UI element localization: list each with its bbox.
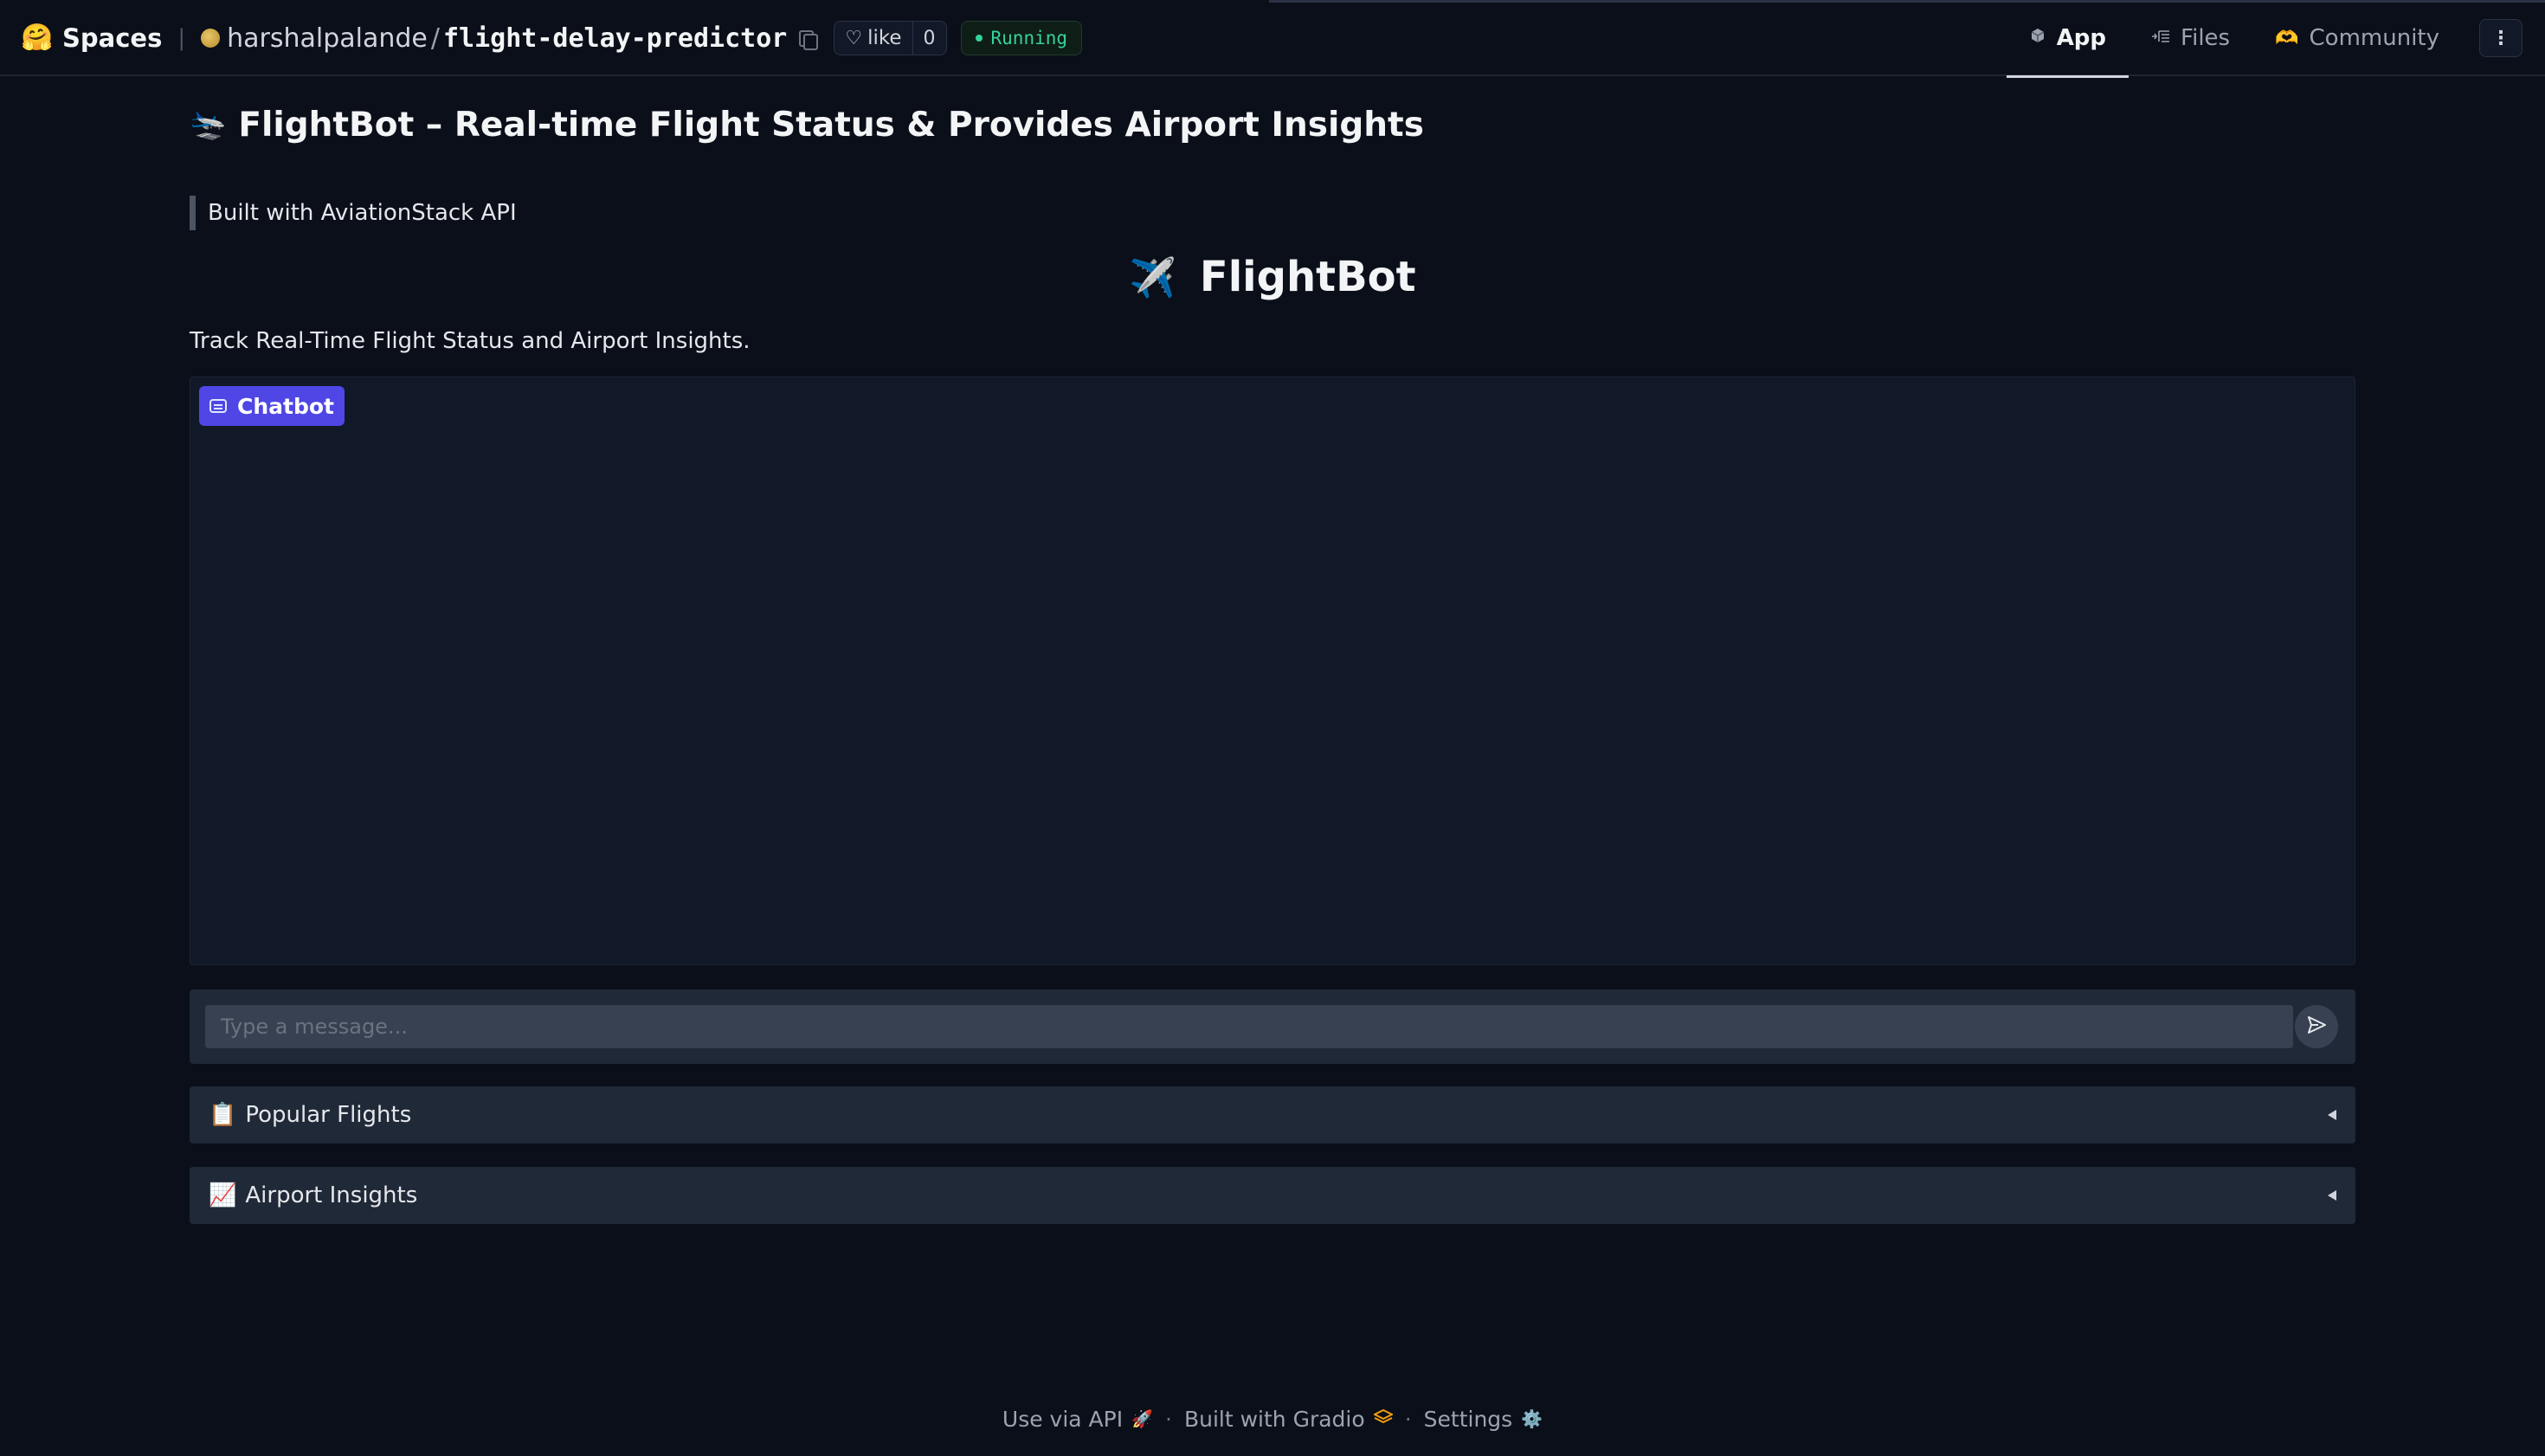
message-input[interactable] (205, 1005, 2293, 1048)
caret-left-icon (2328, 1190, 2336, 1201)
owner-avatar[interactable] (201, 29, 221, 48)
flightbot-heading-text: FlightBot (1199, 253, 1416, 301)
accordion-popular-flights[interactable]: 📋 Popular Flights (190, 1086, 2355, 1144)
repo-name-link[interactable]: flight-delay-predictor (443, 23, 787, 54)
chatbot-label-text: Chatbot (237, 393, 334, 419)
like-button[interactable]: ♡ like 0 (834, 21, 947, 55)
footer-separator: · (1165, 1406, 1172, 1432)
chart-increasing-icon: 📈 (209, 1182, 237, 1208)
built-with-note: Built with AviationStack API (190, 196, 2355, 230)
chat-icon (209, 399, 227, 413)
chatbot-panel[interactable]: Chatbot (190, 377, 2355, 965)
owner-link[interactable]: harshalpalande (227, 23, 428, 54)
status-text: Running (990, 28, 1068, 48)
message-input-row (190, 989, 2355, 1064)
chatbot-label-badge: Chatbot (199, 386, 345, 426)
header-left: 🤗 Spaces | harshalpalande / flight-delay… (21, 0, 1083, 76)
page-title-text: FlightBot – Real-time Flight Status & Pr… (238, 105, 1424, 145)
heart-icon: ♡ (845, 27, 863, 49)
footer: Use via API 🚀 · Built with Gradio · Sett… (0, 1397, 2545, 1440)
tab-community-label: Community (2309, 25, 2439, 51)
tab-files[interactable]: Files (2129, 0, 2252, 76)
more-options-button[interactable]: ⋮ (2479, 19, 2522, 57)
like-label: like (867, 27, 902, 49)
flightbot-heading: ✈️ FlightBot (190, 249, 2355, 305)
page-title: 🛬 FlightBot – Real-time Flight Status & … (190, 99, 2355, 151)
rocket-icon: 🚀 (1131, 1408, 1154, 1429)
kebab-menu-icon: ⋮ (2491, 27, 2510, 49)
cube-icon (2029, 27, 2046, 49)
header-nav: App Files 🫶 Community ⋮ (2006, 0, 2545, 78)
footer-separator: · (1404, 1406, 1412, 1432)
accordion-airport-insights[interactable]: 📈 Airport Insights (190, 1167, 2355, 1224)
copy-icon[interactable] (797, 29, 819, 50)
path-separator: / (430, 23, 440, 54)
airplane-arrival-icon: 🛬 (190, 107, 227, 142)
community-icon: 🫶 (2275, 27, 2299, 49)
tab-community[interactable]: 🫶 Community (2252, 0, 2462, 76)
header-divider: | (177, 25, 186, 51)
gear-icon: ⚙️ (1521, 1408, 1543, 1429)
status-badge: Running (960, 21, 1083, 55)
built-with-gradio-link[interactable]: Built with Gradio (1184, 1407, 1365, 1432)
tab-app-label: App (2056, 25, 2107, 51)
spaces-link[interactable]: Spaces (62, 23, 162, 53)
clipboard-icon: 📋 (209, 1102, 237, 1128)
airplane-icon: ✈️ (1129, 256, 1177, 300)
accordion-label: Airport Insights (245, 1182, 418, 1208)
settings-link[interactable]: Settings (1424, 1407, 1513, 1432)
send-button[interactable] (2295, 1005, 2338, 1048)
tagline: Track Real-Time Flight Status and Airpor… (190, 328, 751, 354)
caret-left-icon (2328, 1110, 2336, 1120)
use-via-api-link[interactable]: Use via API (1002, 1407, 1123, 1432)
tab-app[interactable]: App (2006, 0, 2129, 78)
accordion-label: Popular Flights (245, 1102, 412, 1128)
files-icon (2151, 28, 2170, 49)
hugging-face-logo-icon[interactable]: 🤗 (21, 23, 53, 53)
gradio-logo-icon (1372, 1408, 1394, 1429)
top-header: 🤗 Spaces | harshalpalande / flight-delay… (0, 0, 2545, 78)
send-icon (2305, 1014, 2328, 1040)
status-dot-icon (975, 35, 983, 42)
tab-files-label: Files (2181, 25, 2231, 51)
like-count: 0 (912, 22, 946, 55)
gradio-app: 🛬 FlightBot – Real-time Flight Status & … (190, 76, 2355, 1224)
